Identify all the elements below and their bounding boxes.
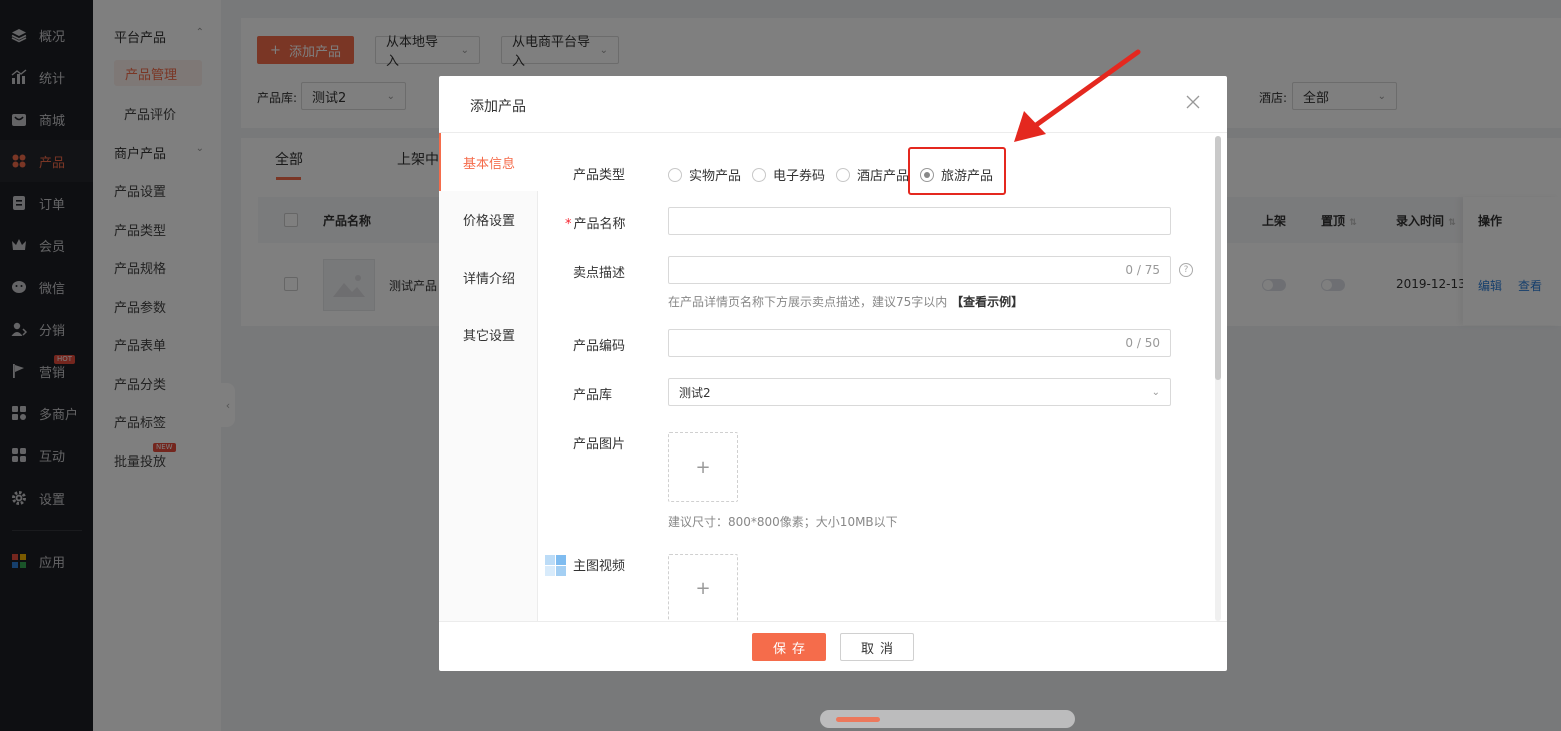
view-example-link[interactable]: 【查看示例】 xyxy=(951,295,1023,309)
selling-counter: 0 / 75 xyxy=(1125,263,1160,277)
radio-circle xyxy=(668,167,682,182)
selling-label: 卖点描述 xyxy=(573,266,626,281)
horizontal-scroll-thumb[interactable] xyxy=(836,717,880,722)
radio-label: 电子券码 xyxy=(773,169,826,184)
type-radio-physical[interactable]: 实物产品 xyxy=(668,165,741,184)
tab-other-settings[interactable]: 其它设置 xyxy=(439,305,537,363)
dialog-side-tabs: 基本信息 价格设置 详情介绍 其它设置 xyxy=(439,133,538,621)
product-name-input[interactable] xyxy=(668,207,1171,235)
tab-price-settings[interactable]: 价格设置 xyxy=(439,190,537,248)
image-label: 产品图片 xyxy=(573,437,626,452)
radio-label: 实物产品 xyxy=(689,169,742,184)
radio-circle xyxy=(752,167,766,182)
help-icon[interactable]: ? xyxy=(1179,263,1193,277)
plus-icon: + xyxy=(695,578,711,599)
video-upload-button[interactable]: + xyxy=(668,554,738,622)
library-select[interactable]: 测试2 ⌄ xyxy=(668,378,1171,406)
tab-detail-intro[interactable]: 详情介绍 xyxy=(439,248,537,306)
image-upload-button[interactable]: + xyxy=(668,432,738,502)
selling-description-input[interactable]: 0 / 75 xyxy=(668,256,1171,284)
name-label: * 产品名称 xyxy=(565,213,626,232)
radio-label: 酒店产品 xyxy=(857,169,910,184)
selling-hint-text: 在产品详情页名称下方展示卖点描述，建议75字以内 xyxy=(668,295,948,309)
video-label: 主图视频 xyxy=(573,559,626,574)
library-label: 产品库 xyxy=(573,388,613,403)
product-code-input[interactable]: 0 / 50 xyxy=(668,329,1171,357)
save-button[interactable]: 保存 xyxy=(752,633,826,661)
code-label: 产品编码 xyxy=(573,339,626,354)
close-icon[interactable] xyxy=(1184,95,1202,113)
footer-divider xyxy=(439,621,1227,622)
image-hint: 建议尺寸：800*800像素；大小10MB以下 xyxy=(668,515,898,529)
video-icon xyxy=(545,555,566,576)
type-label: 产品类型 xyxy=(573,168,626,183)
chevron-down-icon: ⌄ xyxy=(1151,386,1160,398)
dialog-divider xyxy=(439,132,1227,133)
selling-hint: 在产品详情页名称下方展示卖点描述，建议75字以内 【查看示例】 xyxy=(668,293,1023,310)
dialog-title: 添加产品 xyxy=(470,99,526,115)
tab-basic-info[interactable]: 基本信息 xyxy=(439,133,538,191)
radio-circle xyxy=(836,167,850,182)
cancel-button[interactable]: 取消 xyxy=(840,633,914,661)
annotation-highlight-box xyxy=(908,147,1006,195)
code-counter: 0 / 50 xyxy=(1125,336,1160,350)
type-radio-voucher[interactable]: 电子券码 xyxy=(752,165,825,184)
add-product-dialog: 添加产品 基本信息 价格设置 详情介绍 其它设置 产品类型 实物产品 电子券码 … xyxy=(439,76,1227,671)
library-value: 测试2 xyxy=(679,385,711,400)
type-radio-hotel[interactable]: 酒店产品 xyxy=(836,165,909,184)
plus-icon: + xyxy=(695,456,711,478)
dialog-scroll-thumb[interactable] xyxy=(1215,136,1221,380)
required-mark: * xyxy=(565,217,572,232)
name-label-text: 产品名称 xyxy=(573,217,626,232)
